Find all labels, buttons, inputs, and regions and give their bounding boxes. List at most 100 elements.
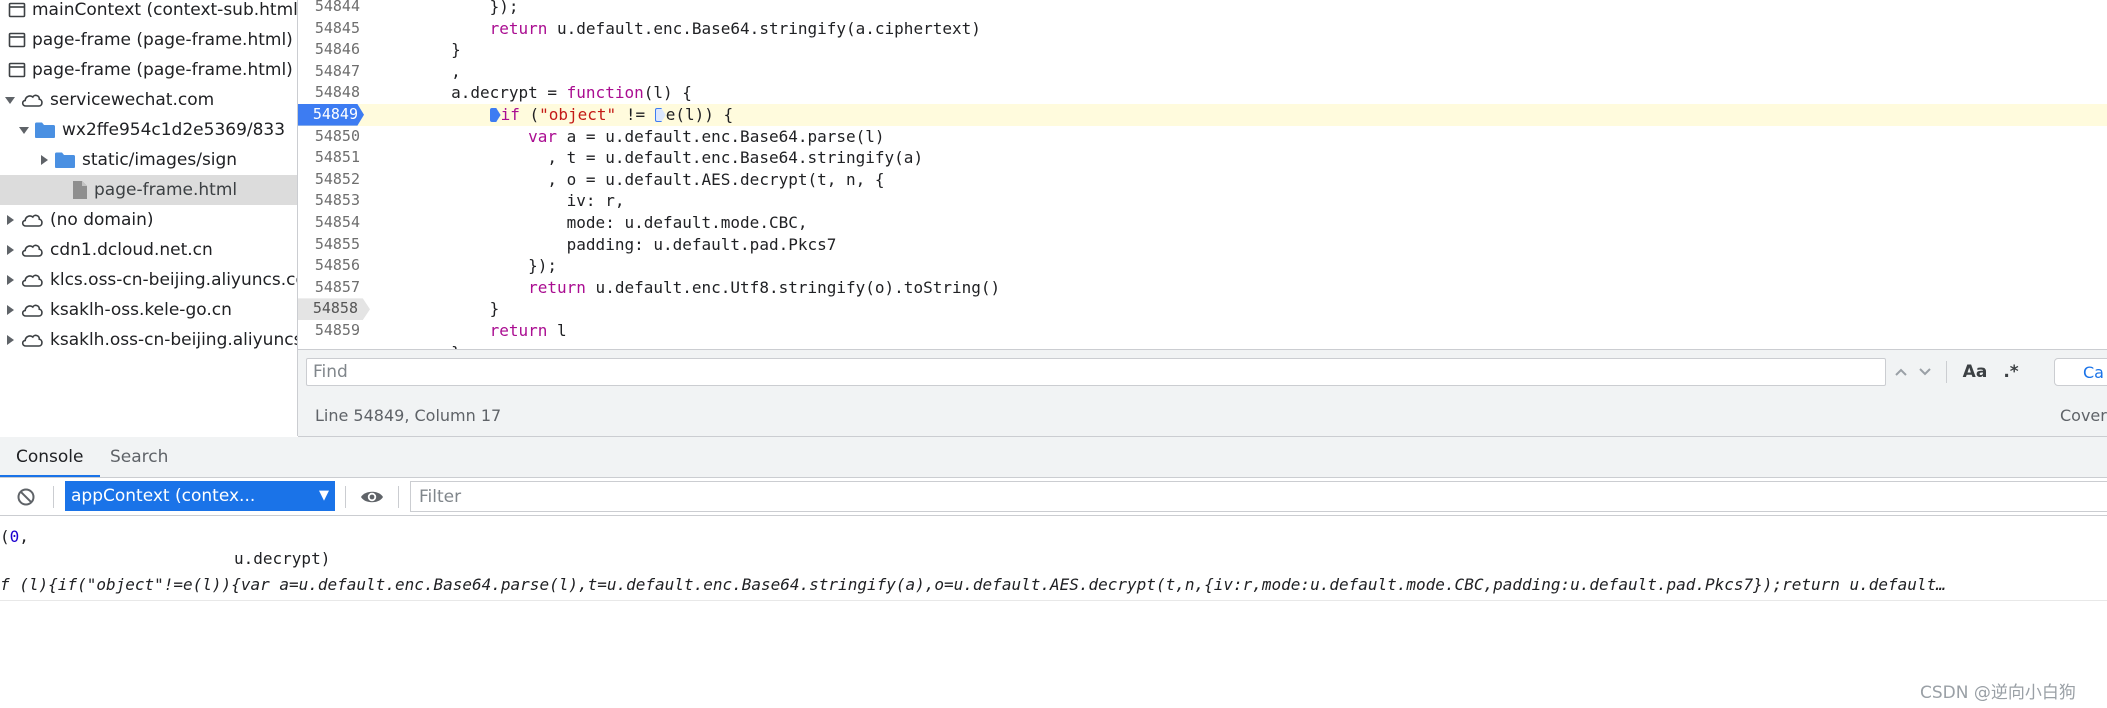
code-text: } [374, 342, 461, 349]
context-select[interactable]: appContext (contex... ▼ [65, 481, 335, 511]
breakpoint-line-number[interactable]: 54849 [298, 104, 364, 126]
line-number[interactable]: 54846 [298, 39, 360, 61]
collapse-triangle-icon[interactable] [4, 244, 16, 256]
expand-triangle-icon[interactable] [4, 94, 16, 106]
tree-item-label: servicewechat.com [50, 90, 215, 110]
tree-item[interactable]: page-frame (page-frame.html) [0, 55, 297, 85]
number-value: 0 [9, 527, 20, 546]
tree-item[interactable]: page-frame (page-frame.html) [0, 25, 297, 55]
tree-item[interactable]: page-frame.html [0, 175, 297, 205]
line-number[interactable]: 54847 [298, 61, 360, 83]
tree-item[interactable]: ksaklh-oss.kele-go.cn [0, 295, 297, 325]
cloud-icon [20, 92, 44, 108]
tree-item[interactable]: klcs.oss-cn-beijing.aliyuncs.com [0, 265, 297, 295]
file-icon [72, 180, 88, 200]
code-text: return l [489, 321, 567, 340]
breakpoint-line-number[interactable]: 54858 [298, 298, 370, 320]
line-number[interactable]: 54850 [298, 126, 360, 148]
block-icon [17, 488, 35, 506]
watermark: CSDN @逆向小白狗 [1920, 683, 2076, 703]
tree-item-label: ksaklh-oss.kele-go.cn [50, 300, 232, 320]
tree-item[interactable]: cdn1.dcloud.net.cn [0, 235, 297, 265]
source-editor[interactable]: 54844 }); 54845 return u.default.enc.Base… [298, 0, 2107, 349]
code-line: 54859 return l [298, 320, 2107, 342]
tab-search[interactable]: Search [94, 437, 184, 477]
code-text: var a = u.default.enc.Base64.parse(l) [528, 126, 885, 146]
line-number[interactable]: 54859 [298, 320, 360, 342]
code-text: , [374, 61, 461, 81]
code-line: 54848 a.decrypt = function(l) { [298, 82, 2107, 104]
tree-item-label: page-frame (page-frame.html) [32, 30, 293, 50]
code-line: 54845 return u.default.enc.Base64.string… [298, 18, 2107, 40]
match-case-button[interactable]: Aa [1958, 358, 1992, 386]
chevron-down-icon [1919, 368, 1931, 376]
code-line: 54850 var a = u.default.enc.Base64.parse… [298, 126, 2107, 148]
collapse-triangle-icon[interactable] [4, 274, 16, 286]
console-toolbar: appContext (contex... ▼ [0, 478, 2107, 516]
cloud-icon [20, 212, 44, 228]
expand-triangle-icon[interactable] [18, 124, 30, 136]
tree-item-label: klcs.oss-cn-beijing.aliyuncs.com [50, 270, 298, 290]
coverage-indicator[interactable]: Covera [2060, 406, 2107, 425]
line-number[interactable]: 54848 [298, 82, 360, 104]
line-number[interactable]: 54852 [298, 169, 360, 191]
line-number[interactable]: 54854 [298, 212, 360, 234]
code-text: , o = u.default.AES.decrypt(t, n, { [374, 169, 885, 189]
tree-item-label: (no domain) [50, 210, 154, 230]
line-number[interactable]: 54853 [298, 190, 360, 212]
tree-item-label: page-frame.html [94, 180, 238, 200]
inline-breakpoint-icon[interactable] [489, 108, 501, 122]
code-line: 54858 } [298, 298, 2107, 320]
find-next-button[interactable] [1914, 358, 1936, 386]
collapse-triangle-icon[interactable] [4, 214, 16, 226]
console-function-preview[interactable]: f (l){if("object"!=e(l)){var a=u.default… [0, 575, 1946, 594]
code-text: padding: u.default.pad.Pkcs7 [374, 234, 837, 254]
code-text: }); [374, 256, 558, 276]
find-bar: Aa .* Ca [298, 349, 2107, 396]
tree-item[interactable]: static/images/sign [0, 145, 297, 175]
code-text: return u.default.enc.Base64.stringify(a.… [489, 18, 981, 38]
tree-item[interactable]: ksaklh.oss-cn-beijing.aliyuncs.com [0, 325, 297, 355]
inline-breakpoint-icon[interactable] [654, 108, 666, 122]
line-number[interactable]: 54855 [298, 234, 360, 256]
tree-item[interactable]: servicewechat.com [0, 85, 297, 115]
collapse-triangle-icon[interactable] [4, 334, 16, 346]
find-input[interactable] [306, 358, 1886, 386]
console-output: (0, u.decrypt) f (l){if("object"!=e(l)){… [0, 516, 2107, 708]
tree-item[interactable]: (no domain) [0, 205, 297, 235]
comma-text: , [19, 527, 29, 546]
line-number[interactable]: 54857 [298, 277, 360, 299]
line-number[interactable]: 54844 [298, 0, 360, 18]
filter-input[interactable] [410, 481, 2107, 512]
line-number[interactable]: 54851 [298, 147, 360, 169]
tab-console[interactable]: Console [0, 437, 100, 477]
tree-item-label: cdn1.dcloud.net.cn [50, 240, 213, 260]
tree-item[interactable]: wx2ffe954c1d2e5369/833 [0, 115, 297, 145]
tree-item-label: mainContext (context-sub.html) [32, 0, 298, 20]
line-number[interactable]: 54845 [298, 18, 360, 40]
code-line: 54847 , [298, 61, 2107, 83]
collapse-triangle-icon[interactable] [38, 154, 50, 166]
line-number[interactable]: 54856 [298, 255, 360, 277]
collapse-triangle-icon[interactable] [4, 304, 16, 316]
code-line: 54856 }); [298, 255, 2107, 277]
console-line: (0, [0, 527, 29, 546]
cancel-button[interactable]: Ca [2054, 358, 2107, 386]
find-previous-button[interactable] [1890, 358, 1912, 386]
code-text: , t = u.default.enc.Base64.stringify(a) [374, 148, 924, 168]
regex-button[interactable]: .* [1998, 358, 2024, 386]
eye-icon [361, 491, 383, 503]
frame-icon [8, 62, 26, 78]
code-text: } [374, 40, 461, 60]
tree-item-label: wx2ffe954c1d2e5369/833 [62, 120, 286, 140]
live-expression-button[interactable] [360, 487, 384, 511]
code-text: } [374, 299, 500, 319]
paren-text: ( [0, 527, 10, 546]
clear-console-button[interactable] [16, 487, 36, 511]
caret-down-icon: ▼ [319, 488, 329, 503]
cloud-icon [20, 332, 44, 348]
tree-item[interactable]: mainContext (context-sub.html) [0, 0, 297, 25]
chevron-up-icon [1895, 368, 1907, 376]
line-number[interactable] [298, 342, 360, 349]
